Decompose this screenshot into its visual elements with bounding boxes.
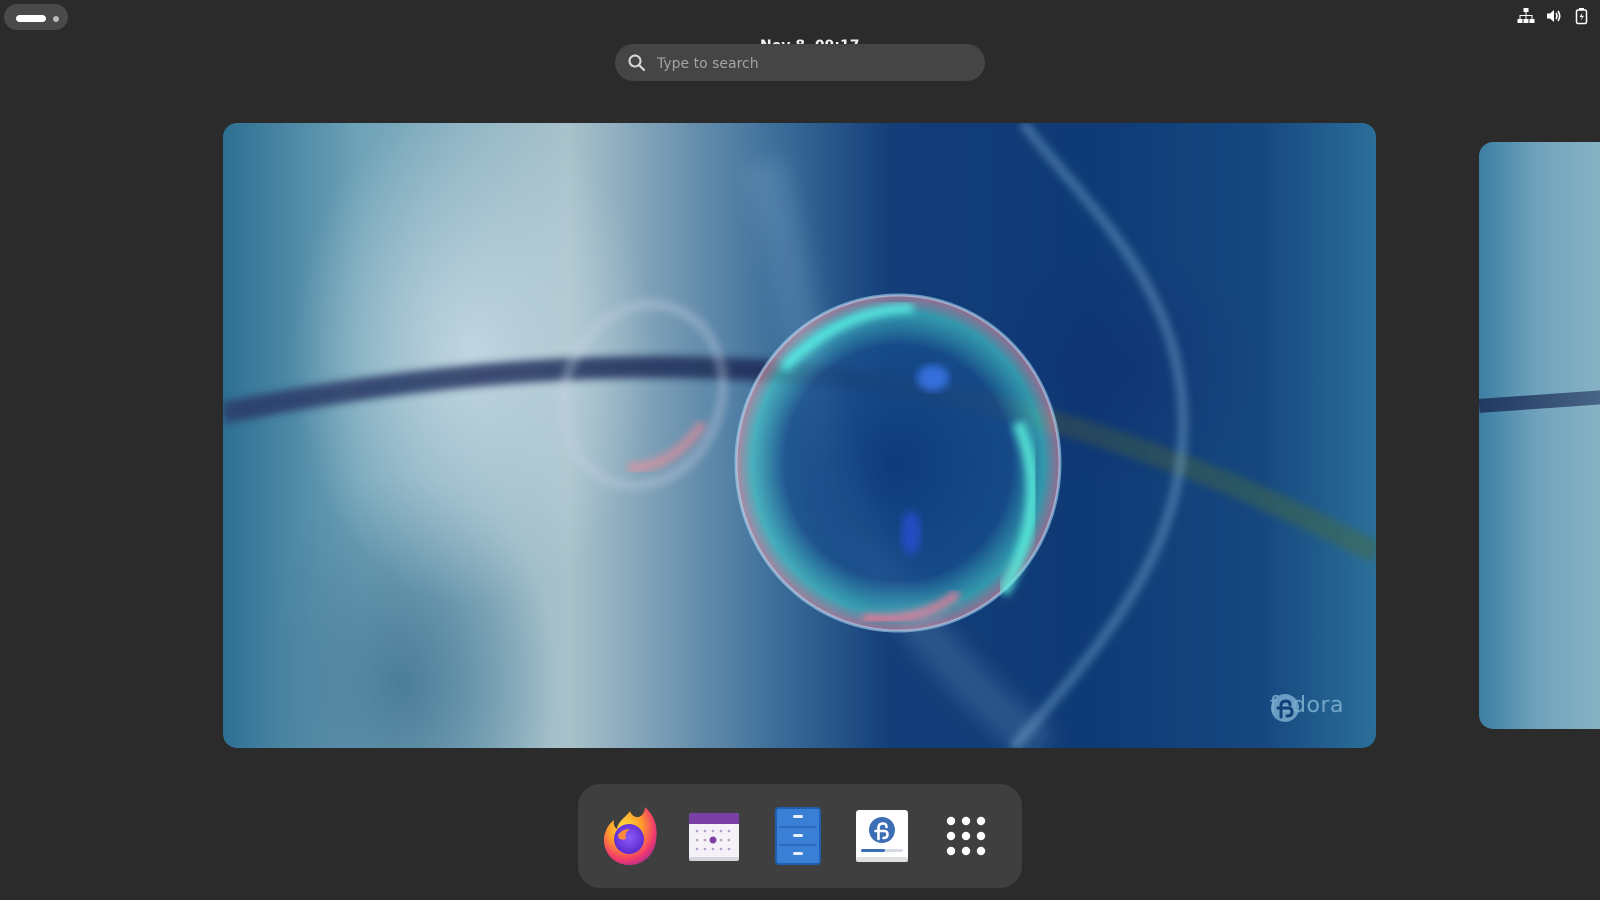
dash-item-files[interactable] [762,800,834,872]
fedora-installer-icon [856,810,908,862]
network-icon [1516,6,1536,26]
next-workspace-thumbnail[interactable] [1479,142,1600,729]
search-icon [627,53,647,73]
battery-icon [1572,6,1592,26]
clock-container: Nov 8 09:17 [0,0,1600,54]
firefox-icon [603,807,657,865]
wallpaper-artwork [1479,389,1600,413]
volume-icon [1544,6,1564,26]
fedora-logo-icon [1270,694,1299,722]
workspace-thumbnail[interactable]: fedora [223,123,1376,748]
files-icon [775,807,821,865]
show-apps-button[interactable] [930,800,1002,872]
wallpaper-artwork [223,123,1376,748]
system-tray[interactable] [1516,5,1592,27]
wallpaper-watermark: fedora [1270,693,1344,722]
dash-item-fedora-installer[interactable] [846,800,918,872]
search-box[interactable] [615,44,985,83]
dash-item-firefox[interactable] [594,800,666,872]
calendar-icon [689,813,739,861]
dash-item-calendar[interactable] [678,800,750,872]
search-input[interactable] [655,44,969,83]
app-grid-icon [946,816,986,856]
top-bar: Nov 8 09:17 [0,0,1600,54]
dash [578,784,1022,888]
